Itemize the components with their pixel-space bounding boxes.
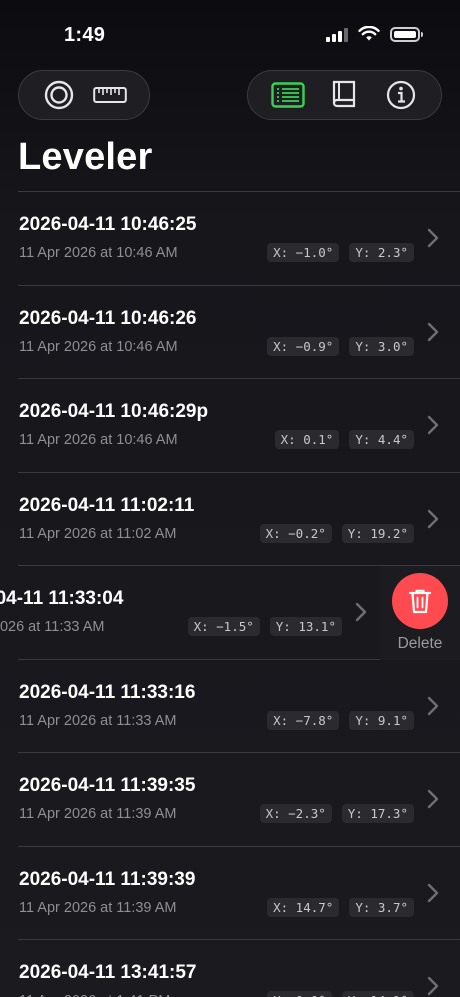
reading-title: 2026-04-11 11:33:04 xyxy=(0,588,124,609)
x-tilt-badge: X: −0.2° xyxy=(259,523,332,543)
status-bar: 1:49 xyxy=(0,0,460,60)
list-item[interactable]: 2026-04-11 10:46:29p 11 Apr 2026 at 10:46… xyxy=(0,379,460,473)
reading-title: 2026-04-11 10:46:26 xyxy=(19,307,197,329)
list-item-content[interactable]: 2026-04-11 11:02:11 11 Apr 2026 at 11:02 … xyxy=(0,473,460,567)
reading-title: 2026-04-11 13:41:57 xyxy=(19,962,197,983)
delete-label: Delete xyxy=(397,634,443,652)
x-tilt-badge: X: 0.1° xyxy=(274,430,340,449)
list-item-content[interactable]: 2026-04-11 11:33:04 11 Apr 2026 at 11:33 … xyxy=(0,566,388,660)
reading-title: 2026-04-11 11:02:11 xyxy=(19,494,195,516)
x-tilt-badge: X: −7.8° xyxy=(267,710,340,730)
reading-title: 2026-04-11 11:33:16 xyxy=(19,681,196,703)
y-tilt-badge: Y: 9.1° xyxy=(349,710,414,730)
list-item[interactable]: 2026-04-11 11:39:35 11 Apr 2026 at 11:39 … xyxy=(0,753,460,847)
readings-list: 2026-04-11 10:46:25 11 Apr 2026 at 10:46 … xyxy=(0,192,460,997)
trash-icon xyxy=(408,589,432,613)
book-button[interactable] xyxy=(324,75,364,115)
x-tilt-badge: X: −1.5° xyxy=(187,617,260,636)
reading-date: 11 Apr 2026 at 10:46 AM xyxy=(19,245,178,261)
delete-button[interactable] xyxy=(392,572,448,629)
reading-date: 11 Apr 2026 at 11:02 AM xyxy=(19,525,177,542)
x-tilt-badge: X: −2.3° xyxy=(259,804,332,823)
ruler-button[interactable] xyxy=(90,75,130,115)
chevron-right-icon xyxy=(427,415,439,435)
y-tilt-badge: Y: 13.1° xyxy=(269,617,342,636)
list-item-content[interactable]: 2026-04-11 10:46:26 11 Apr 2026 at 10:46 … xyxy=(0,286,460,380)
page-title: Leveler xyxy=(18,136,153,178)
list-item[interactable]: 2026-04-11 13:41:57 11 Apr 2026 at 1:41 P… xyxy=(0,940,460,997)
tilt-badges: X: 0.1° Y: 4.4° xyxy=(274,430,414,449)
y-tilt-badge: Y: 4.4° xyxy=(349,430,414,449)
reading-date: 11 Apr 2026 at 11:33 AM xyxy=(0,619,105,635)
chevron-right-icon xyxy=(427,696,439,715)
y-tilt-badge: Y: 2.3° xyxy=(349,243,414,262)
y-tilt-badge: Y: 3.0° xyxy=(349,336,414,356)
reading-title: 2026-04-11 11:39:39 xyxy=(19,868,196,890)
y-tilt-badge: Y: 19.2° xyxy=(341,523,414,543)
list-item[interactable]: 2026-04-11 11:39:39 11 Apr 2026 at 11:39 … xyxy=(0,847,460,941)
list-button[interactable] xyxy=(268,75,308,115)
delete-action[interactable]: Delete xyxy=(380,566,460,660)
reading-date: 11 Apr 2026 at 1:41 PM xyxy=(19,993,170,997)
x-tilt-badge: X: −0.9° xyxy=(267,336,340,356)
x-tilt-badge: X: −1.0° xyxy=(267,243,340,262)
chevron-right-icon xyxy=(427,228,439,248)
wifi-icon xyxy=(358,26,380,41)
tilt-badges: X: −7.8° Y: 9.1° xyxy=(267,710,414,730)
tilt-badges: X: −1.5° Y: 13.1° xyxy=(187,617,342,636)
chevron-right-icon xyxy=(427,883,439,902)
x-tilt-badge: X: 14.7° xyxy=(267,897,340,917)
reading-date: 11 Apr 2026 at 11:39 AM xyxy=(19,899,177,916)
list-item-content[interactable]: 2026-04-11 11:39:35 11 Apr 2026 at 11:39 … xyxy=(0,753,460,847)
list-icon xyxy=(271,82,305,108)
list-item-content[interactable]: 2026-04-11 10:46:29p 11 Apr 2026 at 10:46… xyxy=(0,379,460,473)
list-item[interactable]: 2026-04-11 11:02:11 11 Apr 2026 at 11:02 … xyxy=(0,473,460,567)
reading-title: 2026-04-11 11:39:35 xyxy=(19,775,196,796)
chevron-right-icon xyxy=(427,322,439,341)
chevron-right-icon xyxy=(355,602,367,622)
y-tilt-badge: Y: 17.3° xyxy=(341,804,414,823)
reading-date: 11 Apr 2026 at 10:46 AM xyxy=(19,338,178,355)
reading-date: 11 Apr 2026 at 10:46 AM xyxy=(19,432,178,448)
tilt-badges: X: 0.0° Y: 14.1° xyxy=(267,991,414,997)
tilt-badges: X: −0.9° Y: 3.0° xyxy=(267,336,414,356)
list-item-content[interactable]: 2026-04-11 11:39:39 11 Apr 2026 at 11:39 … xyxy=(0,847,460,941)
battery-icon xyxy=(390,26,423,42)
reading-date: 11 Apr 2026 at 11:33 AM xyxy=(19,712,177,729)
tilt-badges: X: 14.7° Y: 3.7° xyxy=(267,897,414,917)
reading-title: 2026-04-11 10:46:25 xyxy=(19,214,197,235)
list-item-content[interactable]: 2026-04-11 10:46:25 11 Apr 2026 at 10:46 … xyxy=(0,192,460,286)
info-icon xyxy=(386,80,415,110)
reading-title: 2026-04-11 10:46:29p xyxy=(19,401,209,422)
chevron-right-icon xyxy=(427,789,439,809)
list-item-content[interactable]: 2026-04-11 11:33:16 11 Apr 2026 at 11:33 … xyxy=(0,660,460,754)
book-icon xyxy=(333,80,356,108)
tilt-badges: X: −2.3° Y: 17.3° xyxy=(259,804,414,823)
chevron-right-icon xyxy=(427,976,439,996)
list-item[interactable]: 2026-04-11 11:33:16 11 Apr 2026 at 11:33 … xyxy=(0,660,460,754)
list-item[interactable]: 2026-04-11 10:46:25 11 Apr 2026 at 10:46 … xyxy=(0,192,460,286)
list-item[interactable]: 2026-04-11 11:33:04 11 Apr 2026 at 11:33 … xyxy=(0,566,460,660)
target-icon xyxy=(44,80,73,110)
y-tilt-badge: Y: 3.7° xyxy=(349,897,414,917)
tilt-badges: X: −1.0° Y: 2.3° xyxy=(267,243,414,262)
ruler-icon xyxy=(92,87,127,103)
cellular-signal-icon xyxy=(326,26,348,42)
info-button[interactable] xyxy=(381,75,421,115)
status-time: 1:49 xyxy=(64,24,106,46)
x-tilt-badge: X: 0.0° xyxy=(267,991,332,997)
chevron-right-icon xyxy=(427,509,439,528)
list-item[interactable]: 2026-04-11 10:46:26 11 Apr 2026 at 10:46 … xyxy=(0,286,460,380)
y-tilt-badge: Y: 14.1° xyxy=(341,991,414,997)
target-button[interactable] xyxy=(39,75,79,115)
toolbar-right xyxy=(247,70,442,120)
list-item-content[interactable]: 2026-04-11 13:41:57 11 Apr 2026 at 1:41 P… xyxy=(0,940,460,997)
app-screen: 1:49 Leveler 2026-04-11 10:46:25 11 Apr … xyxy=(0,0,460,997)
tilt-badges: X: −0.2° Y: 19.2° xyxy=(259,523,414,543)
status-icons xyxy=(326,26,423,42)
reading-date: 11 Apr 2026 at 11:39 AM xyxy=(19,806,177,822)
toolbar-left xyxy=(18,70,150,120)
